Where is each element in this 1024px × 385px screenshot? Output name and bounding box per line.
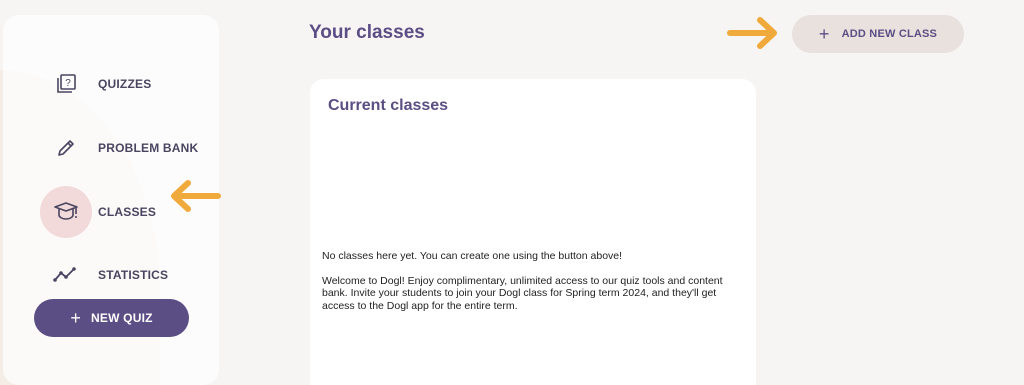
annotation-arrow-left-icon — [171, 180, 221, 212]
svg-text:?: ? — [65, 78, 71, 89]
pencil-icon — [40, 122, 92, 174]
welcome-message: Welcome to Dogl! Enjoy complimentary, un… — [322, 275, 723, 312]
quiz-icon: ? — [40, 58, 92, 110]
empty-state-message: No classes here yet. You can create one … — [322, 250, 623, 262]
graduation-cap-icon — [40, 186, 92, 238]
new-quiz-button[interactable]: + NEW QUIZ — [34, 299, 189, 337]
sidebar-item-label: CLASSES — [98, 205, 157, 219]
add-new-class-button[interactable]: + ADD NEW CLASS — [792, 15, 964, 53]
sidebar-item-quizzes[interactable]: ? QUIZZES — [37, 60, 217, 108]
card-title: Current classes — [328, 97, 449, 114]
add-class-label: ADD NEW CLASS — [841, 28, 938, 40]
sidebar-item-label: QUIZZES — [98, 77, 152, 91]
new-quiz-label: NEW QUIZ — [91, 311, 153, 325]
plus-icon: + — [818, 24, 830, 44]
plus-icon: + — [70, 308, 82, 328]
line-chart-icon — [40, 249, 92, 301]
annotation-arrow-right-icon — [727, 17, 777, 49]
sidebar-item-problem-bank[interactable]: PROBLEM BANK — [37, 124, 217, 172]
sidebar-item-label: STATISTICS — [98, 268, 169, 282]
sidebar-item-label: PROBLEM BANK — [98, 141, 199, 155]
page-title: Your classes — [309, 22, 425, 43]
current-classes-card: Current classes No classes here yet. You… — [310, 79, 756, 385]
sidebar-item-statistics[interactable]: STATISTICS — [37, 251, 217, 299]
